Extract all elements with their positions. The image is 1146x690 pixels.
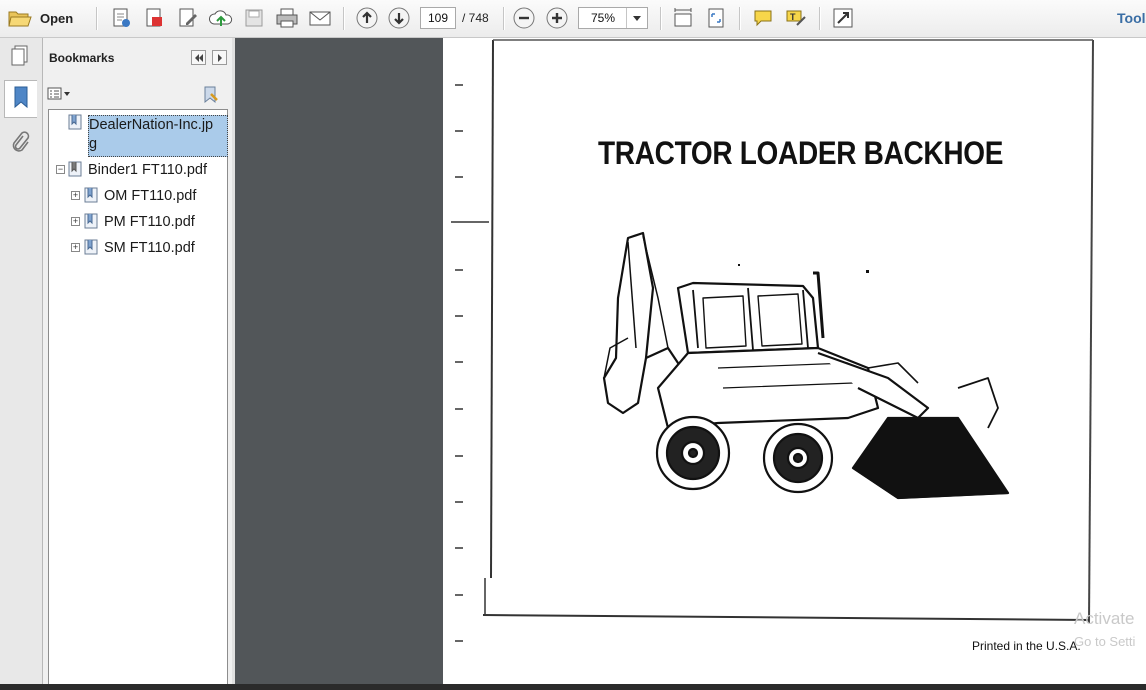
document-viewport[interactable]: TRACTOR LOADER BACKHOE Printed in the U.…: [235, 38, 1146, 690]
collapse-toggle-icon[interactable]: −: [56, 165, 65, 174]
options-menu-button[interactable]: [47, 86, 71, 107]
comment-button[interactable]: [750, 5, 776, 31]
bookmarks-panel-button[interactable]: [4, 80, 37, 118]
page-thumbnails-button[interactable]: [4, 40, 36, 76]
save-icon: [244, 8, 264, 28]
tractor-illustration: [602, 231, 1010, 500]
zoom-in-button[interactable]: [544, 5, 570, 31]
upload-button[interactable]: [208, 5, 234, 31]
expand-icon: [832, 7, 854, 29]
bookmark-page-icon: [83, 239, 99, 260]
chevron-down-icon[interactable]: [626, 8, 647, 28]
minus-circle-icon: [513, 7, 535, 29]
printed-in-usa: Printed in the U.S.A.: [972, 639, 1081, 653]
highlight-button[interactable]: T: [783, 5, 809, 31]
taskbar-edge: [0, 684, 1146, 690]
attachments-button[interactable]: [4, 126, 36, 162]
export-pdf-icon: [143, 7, 165, 29]
document-title: TRACTOR LOADER BACKHOE: [598, 135, 1004, 171]
new-bookmark-icon: [202, 86, 220, 108]
activation-watermark-line1: Activate: [1074, 609, 1135, 628]
open-button[interactable]: Open: [8, 5, 80, 31]
plus-circle-icon: [546, 7, 568, 29]
expand-toggle-icon[interactable]: +: [71, 191, 80, 200]
arrow-up-circle-icon: [356, 7, 378, 29]
bookmark-page-icon: [83, 187, 99, 208]
tools-link[interactable]: Tools: [1117, 10, 1146, 26]
main-toolbar: Open 109 / 748 75% T Tool: [0, 0, 1146, 38]
print-button[interactable]: [273, 5, 301, 31]
zoom-value: 75%: [591, 11, 616, 25]
bookmark-label-line2: g: [89, 136, 98, 152]
create-pdf-button[interactable]: [108, 5, 134, 31]
open-label: Open: [40, 10, 74, 26]
page-number-input[interactable]: 109: [420, 7, 456, 29]
bookmark-page-icon: [67, 114, 83, 135]
email-button[interactable]: [306, 5, 334, 31]
zoom-out-button[interactable]: [511, 5, 537, 31]
bookmark-page-icon: [67, 161, 83, 182]
zoom-select[interactable]: 75%: [578, 7, 648, 29]
svg-text:T: T: [790, 12, 796, 22]
speech-bubble-icon: [752, 7, 774, 29]
bookmarks-panel: Bookmarks DealerNation-Inc.jp g − Binder…: [43, 38, 232, 690]
bookmarks-header: Bookmarks: [43, 38, 232, 78]
previous-page-button[interactable]: [354, 5, 380, 31]
bookmark-item-sm[interactable]: SM FT110.pdf: [104, 239, 195, 258]
double-chevron-left-icon: [194, 49, 204, 67]
page-total: / 748: [462, 11, 489, 25]
arrow-down-circle-icon: [388, 7, 410, 29]
bookmarks-tree: DealerNation-Inc.jp g − Binder1 FT110.pd…: [48, 109, 228, 685]
edit-pdf-icon: [177, 7, 199, 29]
create-pdf-icon: [110, 7, 132, 29]
options-list-icon: [47, 87, 71, 106]
bookmarks-toolbar: [43, 82, 232, 108]
highlighter-icon: T: [785, 7, 807, 29]
bookmark-item-om[interactable]: OM FT110.pdf: [104, 187, 196, 206]
document-page: TRACTOR LOADER BACKHOE Printed in the U.…: [443, 38, 1146, 690]
printer-icon: [275, 7, 299, 29]
panel-title: Bookmarks: [49, 51, 115, 65]
fit-width-button[interactable]: [670, 5, 696, 31]
folder-open-icon: [8, 8, 32, 28]
bookmark-label-line1: DealerNation-Inc.jp: [89, 117, 214, 133]
collapse-panel-button[interactable]: [191, 50, 206, 65]
bookmark-item-binder1[interactable]: Binder1 FT110.pdf: [88, 161, 207, 180]
bookmark-page-icon: [83, 213, 99, 234]
expand-toggle-icon[interactable]: +: [71, 217, 80, 226]
fit-width-icon: [672, 7, 694, 29]
panel-menu-button[interactable]: [212, 50, 227, 65]
save-button[interactable]: [241, 5, 267, 31]
paperclip-icon: [10, 130, 30, 159]
chevron-right-icon: [217, 49, 223, 67]
export-pdf-button[interactable]: [141, 5, 167, 31]
fullscreen-button[interactable]: [830, 5, 856, 31]
envelope-icon: [308, 8, 332, 28]
next-page-button[interactable]: [386, 5, 412, 31]
cloud-upload-icon: [209, 7, 233, 29]
activation-watermark-line2: Go to Setti: [1074, 634, 1136, 649]
edit-pdf-button[interactable]: [175, 5, 201, 31]
fit-page-button[interactable]: [703, 5, 729, 31]
bookmark-item-dealernation[interactable]: DealerNation-Inc.jp g: [88, 115, 228, 157]
fit-page-icon: [705, 7, 727, 29]
navigation-strip: [0, 38, 43, 690]
new-bookmark-button[interactable]: [202, 86, 220, 109]
pages-icon: [9, 44, 31, 73]
bookmark-item-pm[interactable]: PM FT110.pdf: [104, 213, 195, 232]
bookmark-icon: [12, 85, 30, 114]
expand-toggle-icon[interactable]: +: [71, 243, 80, 252]
